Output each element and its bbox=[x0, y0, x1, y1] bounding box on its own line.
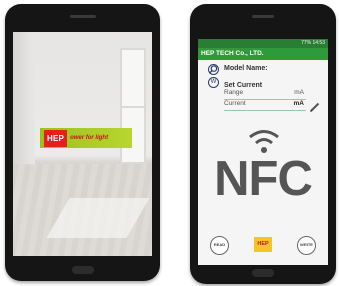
current-field[interactable]: Current mA bbox=[224, 100, 306, 111]
logo-tagline: ower for light bbox=[70, 135, 109, 141]
watt-icon: W bbox=[208, 77, 219, 88]
write-button-label: WRITE bbox=[300, 242, 313, 247]
speaker-grille bbox=[69, 15, 96, 18]
set-current-label: Set Current bbox=[224, 82, 263, 89]
app-screen: 77% 14:53 HEP TECH Co., LTD. Model Name:… bbox=[198, 39, 328, 265]
splash-screen: HEP ower for light bbox=[13, 32, 152, 256]
current-label: Current bbox=[224, 100, 246, 107]
hep-badge: HEP bbox=[254, 237, 272, 252]
read-button-label: READ bbox=[213, 242, 226, 247]
home-button[interactable] bbox=[71, 266, 94, 274]
status-bar: 77% 14:53 bbox=[198, 39, 328, 48]
read-button[interactable]: READ bbox=[210, 236, 229, 255]
logo-brand: HEP bbox=[44, 129, 68, 147]
search-icon bbox=[208, 64, 219, 75]
phone-right: 77% 14:53 HEP TECH Co., LTD. Model Name:… bbox=[190, 4, 336, 284]
window-frame-bar bbox=[122, 106, 144, 108]
app-header-title: HEP TECH Co., LTD. bbox=[198, 48, 328, 60]
nfc-wave-icon bbox=[249, 130, 279, 153]
pencil-icon[interactable] bbox=[310, 99, 320, 112]
home-button[interactable] bbox=[252, 269, 274, 277]
room-wall bbox=[13, 32, 35, 166]
range-field[interactable]: Range mA bbox=[224, 89, 306, 100]
range-label: Range bbox=[224, 89, 244, 96]
phone-left: HEP ower for light bbox=[5, 4, 160, 281]
current-unit: mA bbox=[293, 100, 304, 107]
nfc-label: NFC bbox=[214, 152, 313, 206]
range-unit: mA bbox=[294, 89, 304, 96]
model-name-label: Model Name: bbox=[224, 65, 268, 72]
hep-logo: HEP ower for light bbox=[40, 128, 132, 148]
write-button[interactable]: WRITE bbox=[297, 236, 316, 255]
speaker-grille bbox=[252, 15, 274, 18]
